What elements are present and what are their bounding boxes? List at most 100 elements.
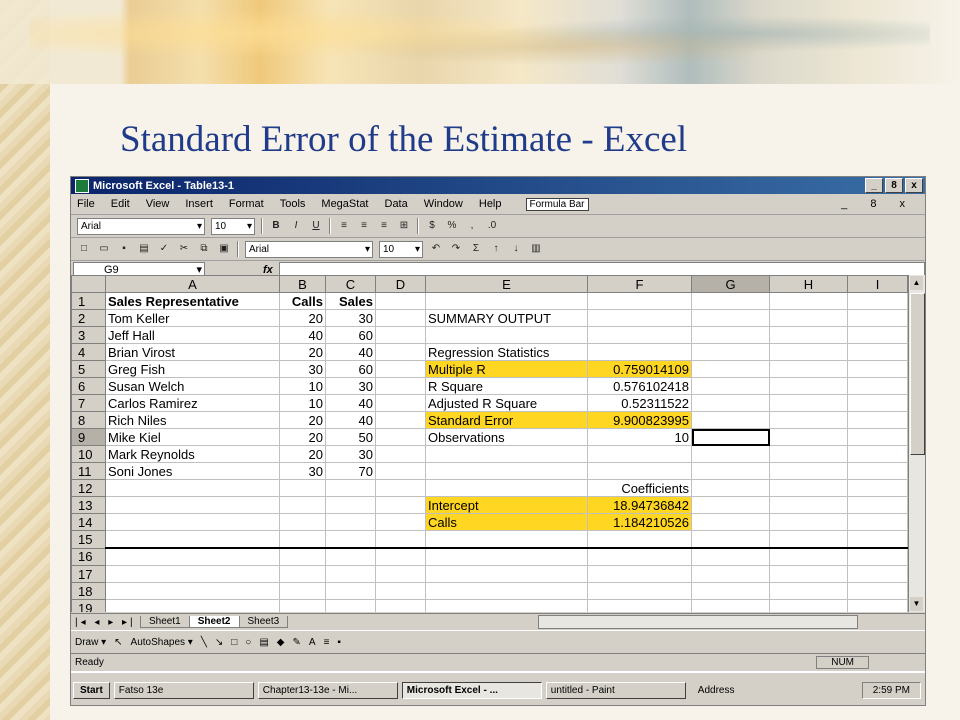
cell-i[interactable] xyxy=(847,496,908,514)
cell-f[interactable]: 0.576102418 xyxy=(587,377,692,395)
cell-a[interactable]: Soni Jones xyxy=(105,462,280,480)
menu-tools[interactable]: Tools xyxy=(280,198,306,210)
cell-h[interactable] xyxy=(769,513,848,531)
cell-b[interactable] xyxy=(279,582,326,600)
row-header[interactable]: 4 xyxy=(71,343,106,361)
cell-e[interactable] xyxy=(425,582,588,600)
row-header[interactable]: 12 xyxy=(71,479,106,497)
oval-icon[interactable]: ○ xyxy=(245,637,251,648)
cell-g[interactable] xyxy=(691,326,770,344)
cell-h[interactable] xyxy=(769,445,848,463)
cell-a[interactable]: Tom Keller xyxy=(105,309,280,327)
column-header-c[interactable]: C xyxy=(325,275,376,293)
menu-edit[interactable]: Edit xyxy=(111,198,130,210)
window-titlebar[interactable]: Microsoft Excel - Table13-1 _ 8 x xyxy=(71,177,925,194)
cell-h[interactable] xyxy=(769,411,848,429)
cell-b[interactable]: 20 xyxy=(279,428,326,446)
cell-d[interactable] xyxy=(375,599,426,612)
cell-g[interactable] xyxy=(691,496,770,514)
taskbar-item-excel[interactable]: Microsoft Excel - ... xyxy=(401,681,542,699)
cell-i[interactable] xyxy=(847,292,908,310)
paste-icon[interactable]: ▣ xyxy=(217,242,231,256)
cell-b[interactable]: 20 xyxy=(279,445,326,463)
row-header[interactable]: 1 xyxy=(71,292,106,310)
cell-c[interactable]: 40 xyxy=(325,411,376,429)
cell-d[interactable] xyxy=(375,462,426,480)
menu-window[interactable]: Window xyxy=(424,198,463,210)
cell-h[interactable] xyxy=(769,309,848,327)
row-header[interactable]: 8 xyxy=(71,411,106,429)
cell-a[interactable]: Sales Representative xyxy=(105,292,280,310)
cell-a[interactable] xyxy=(105,513,280,531)
cell-f[interactable] xyxy=(587,565,692,583)
cell-d[interactable] xyxy=(375,513,426,531)
row-header[interactable]: 5 xyxy=(71,360,106,378)
cell-i[interactable] xyxy=(847,411,908,429)
menu-help[interactable]: Help xyxy=(479,198,502,210)
bold-button[interactable]: B xyxy=(269,219,283,233)
cell-c[interactable] xyxy=(325,530,376,549)
cell-h[interactable] xyxy=(769,394,848,412)
row-header[interactable]: 7 xyxy=(71,394,106,412)
cell-d[interactable] xyxy=(375,565,426,583)
cell-d[interactable] xyxy=(375,530,426,549)
align-left-icon[interactable]: ≡ xyxy=(337,219,351,233)
cell-c[interactable] xyxy=(325,547,376,566)
menu-view[interactable]: View xyxy=(146,198,170,210)
tab-sheet2[interactable]: Sheet2 xyxy=(188,616,240,628)
cell-d[interactable] xyxy=(375,496,426,514)
cell-f[interactable] xyxy=(587,530,692,549)
font-select-2[interactable]: Arial xyxy=(245,240,373,258)
cell-d[interactable] xyxy=(375,377,426,395)
sort-ascending-icon[interactable]: ↑ xyxy=(489,242,503,256)
row-header[interactable]: 10 xyxy=(71,445,106,463)
cell-i[interactable] xyxy=(847,547,908,566)
cell-f[interactable]: 9.900823995 xyxy=(587,411,692,429)
tab-sheet3[interactable]: Sheet3 xyxy=(238,616,289,628)
cell-g[interactable] xyxy=(691,394,770,412)
cell-g[interactable] xyxy=(691,292,770,310)
cell-b[interactable] xyxy=(279,547,326,566)
cell-d[interactable] xyxy=(375,582,426,600)
column-header-e[interactable]: E xyxy=(425,275,588,293)
cell-g[interactable] xyxy=(691,565,770,583)
cell-e[interactable] xyxy=(425,292,588,310)
minimize-button[interactable]: _ xyxy=(865,178,883,193)
document-window-controls[interactable]: _ 8 x xyxy=(841,198,925,210)
column-header-f[interactable]: F xyxy=(587,275,692,293)
scrollbar-thumb[interactable] xyxy=(910,293,925,455)
cell-e[interactable] xyxy=(425,599,588,612)
cell-a[interactable]: Jeff Hall xyxy=(105,326,280,344)
cell-h[interactable] xyxy=(769,326,848,344)
cell-e[interactable]: SUMMARY OUTPUT xyxy=(425,309,588,327)
cell-c[interactable]: 60 xyxy=(325,360,376,378)
cell-i[interactable] xyxy=(847,343,908,361)
cell-i[interactable] xyxy=(847,309,908,327)
cell-b[interactable]: 30 xyxy=(279,360,326,378)
cell-c[interactable]: 30 xyxy=(325,377,376,395)
percent-button[interactable]: % xyxy=(445,219,459,233)
cell-i[interactable] xyxy=(847,462,908,480)
merge-center-icon[interactable]: ⊞ xyxy=(397,219,411,233)
font-color-icon[interactable]: A xyxy=(309,637,316,648)
italic-button[interactable]: I xyxy=(289,219,303,233)
save-icon[interactable]: ▪ xyxy=(117,242,131,256)
cell-g[interactable] xyxy=(691,599,770,612)
cell-e[interactable]: R Square xyxy=(425,377,588,395)
cell-a[interactable]: Greg Fish xyxy=(105,360,280,378)
cell-g[interactable] xyxy=(691,360,770,378)
cell-i[interactable] xyxy=(847,479,908,497)
taskbar-item-folder[interactable]: Fatso 13e xyxy=(113,681,254,699)
cell-a[interactable] xyxy=(105,565,280,583)
cell-b[interactable] xyxy=(279,479,326,497)
textbox-icon[interactable]: ▤ xyxy=(259,637,268,648)
cell-h[interactable] xyxy=(769,530,848,549)
row-header[interactable]: 17 xyxy=(71,565,106,583)
cell-e[interactable]: Standard Error xyxy=(425,411,588,429)
cell-h[interactable] xyxy=(769,428,848,446)
cell-d[interactable] xyxy=(375,394,426,412)
cell-d[interactable] xyxy=(375,428,426,446)
cell-c[interactable] xyxy=(325,479,376,497)
cell-i[interactable] xyxy=(847,428,908,446)
spelling-icon[interactable]: ✓ xyxy=(157,242,171,256)
